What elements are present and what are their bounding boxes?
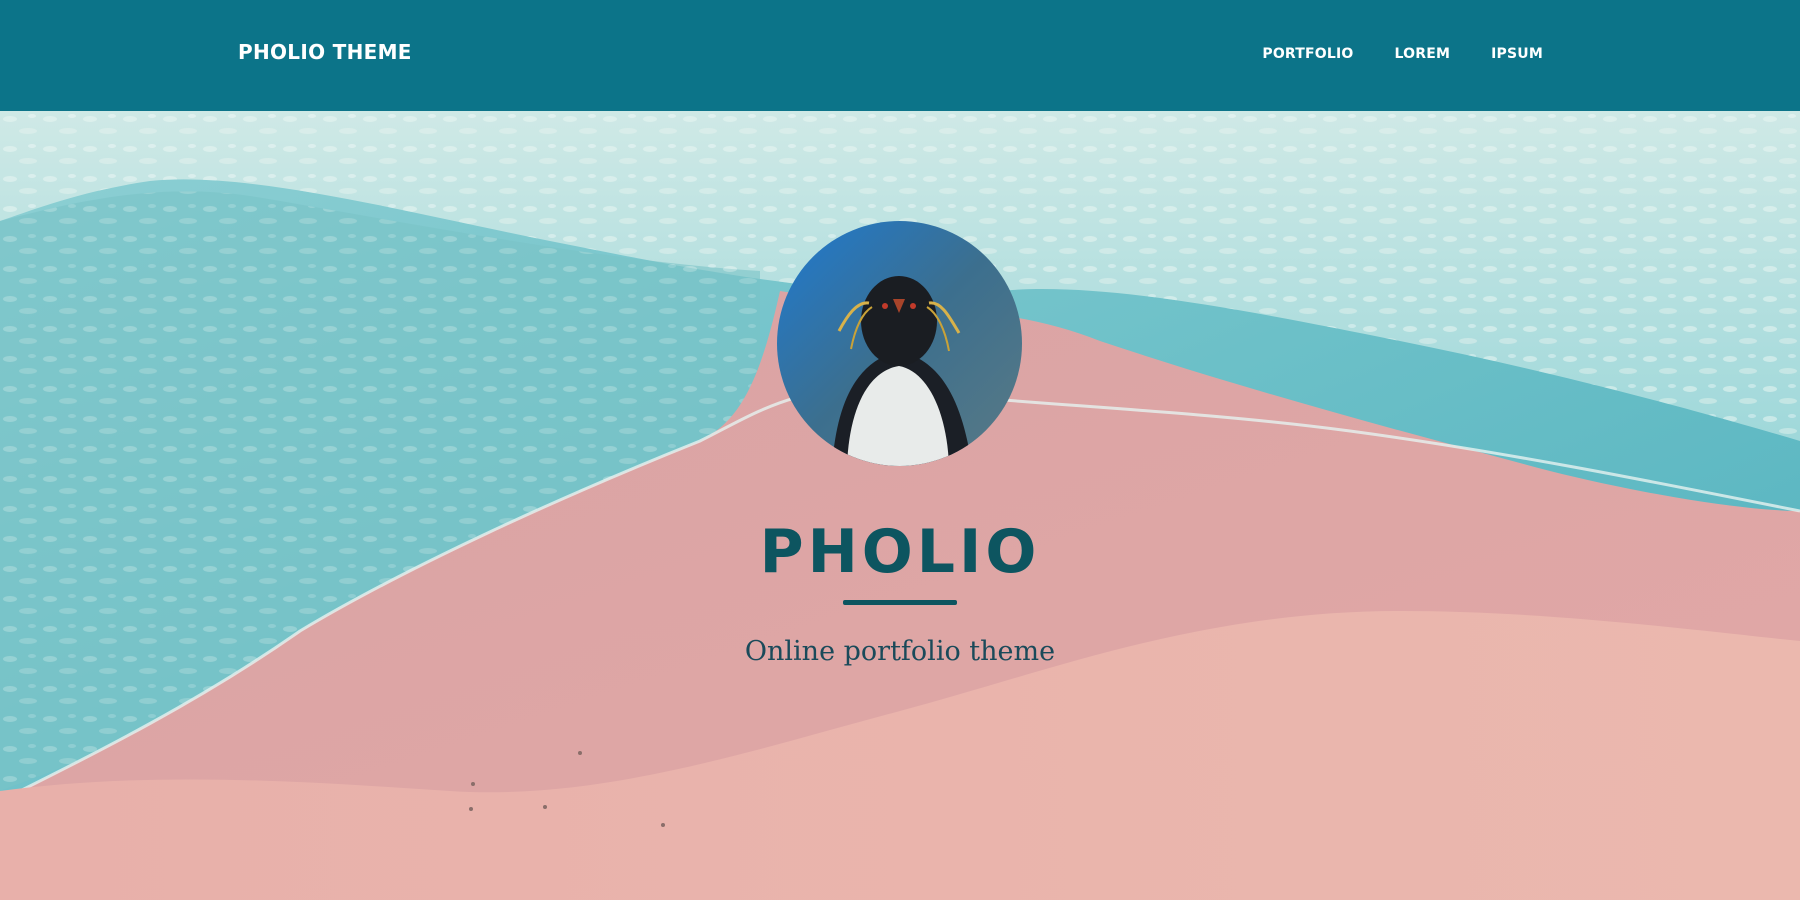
avatar-image bbox=[777, 221, 1022, 466]
brand-link[interactable]: PHOLIO THEME bbox=[238, 40, 412, 64]
page-title: PHOLIO bbox=[759, 517, 1041, 587]
title-divider bbox=[843, 600, 957, 605]
navbar: PHOLIO THEME PORTFOLIO LOREM IPSUM bbox=[0, 0, 1800, 111]
nav-menu: PORTFOLIO LOREM IPSUM bbox=[1262, 46, 1543, 62]
page-subtitle: Online portfolio theme bbox=[744, 636, 1056, 667]
nav-link-portfolio[interactable]: PORTFOLIO bbox=[1262, 46, 1353, 62]
nav-link-lorem[interactable]: LOREM bbox=[1395, 46, 1451, 62]
page: PHOLIO THEME PORTFOLIO LOREM IPSUM PHOLI… bbox=[0, 0, 1800, 900]
penguin-image bbox=[777, 221, 1022, 466]
nav-link-ipsum[interactable]: IPSUM bbox=[1491, 46, 1543, 62]
